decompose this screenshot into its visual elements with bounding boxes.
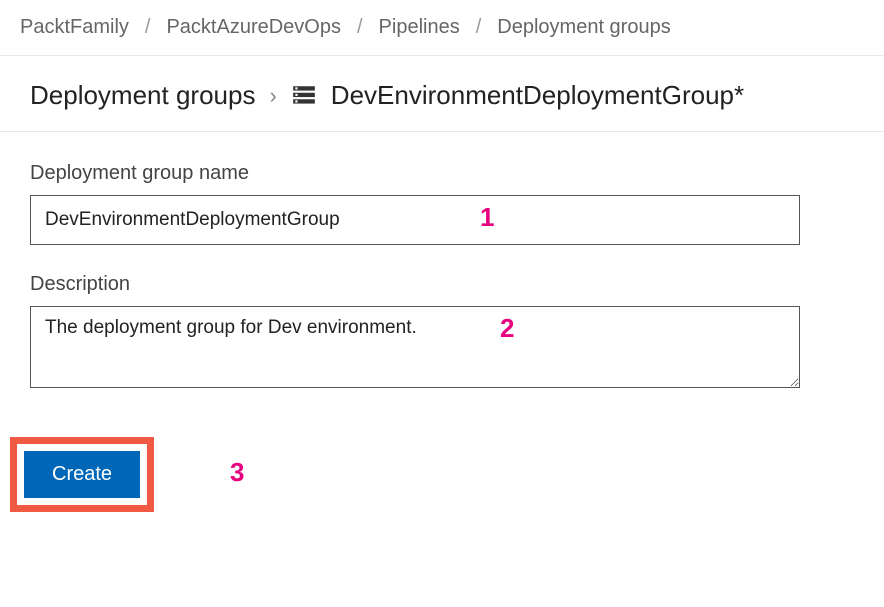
server-group-icon [291, 83, 317, 109]
field-group-description: Description 2 [30, 273, 854, 393]
page-title-row: Deployment groups › DevEnvironmentDeploy… [0, 56, 884, 132]
breadcrumb-separator: / [145, 16, 151, 39]
description-input[interactable] [30, 306, 800, 388]
field-group-name: Deployment group name 1 [30, 162, 854, 245]
create-button-wrap: Create 3 [10, 437, 154, 512]
breadcrumb-separator: / [357, 16, 363, 39]
breadcrumb-item-project[interactable]: PacktAzureDevOps [166, 16, 341, 39]
breadcrumb-item-org[interactable]: PacktFamily [20, 16, 129, 39]
breadcrumb: PacktFamily / PacktAzureDevOps / Pipelin… [0, 0, 884, 56]
form-area: Deployment group name 1 Description 2 [0, 132, 884, 431]
page-title-current: DevEnvironmentDeploymentGroup* [331, 80, 744, 111]
annotation-three: 3 [230, 457, 244, 488]
page-title-parent[interactable]: Deployment groups [30, 80, 255, 111]
breadcrumb-item-pipelines[interactable]: Pipelines [379, 16, 460, 39]
create-button[interactable]: Create [24, 451, 140, 498]
breadcrumb-separator: / [476, 16, 482, 39]
breadcrumb-item-deployment-groups[interactable]: Deployment groups [497, 16, 670, 39]
chevron-right-icon: › [269, 83, 276, 109]
annotation-highlight-box: Create [10, 437, 154, 512]
name-input[interactable] [30, 195, 800, 245]
name-label: Deployment group name [30, 162, 854, 185]
description-label: Description [30, 273, 854, 296]
